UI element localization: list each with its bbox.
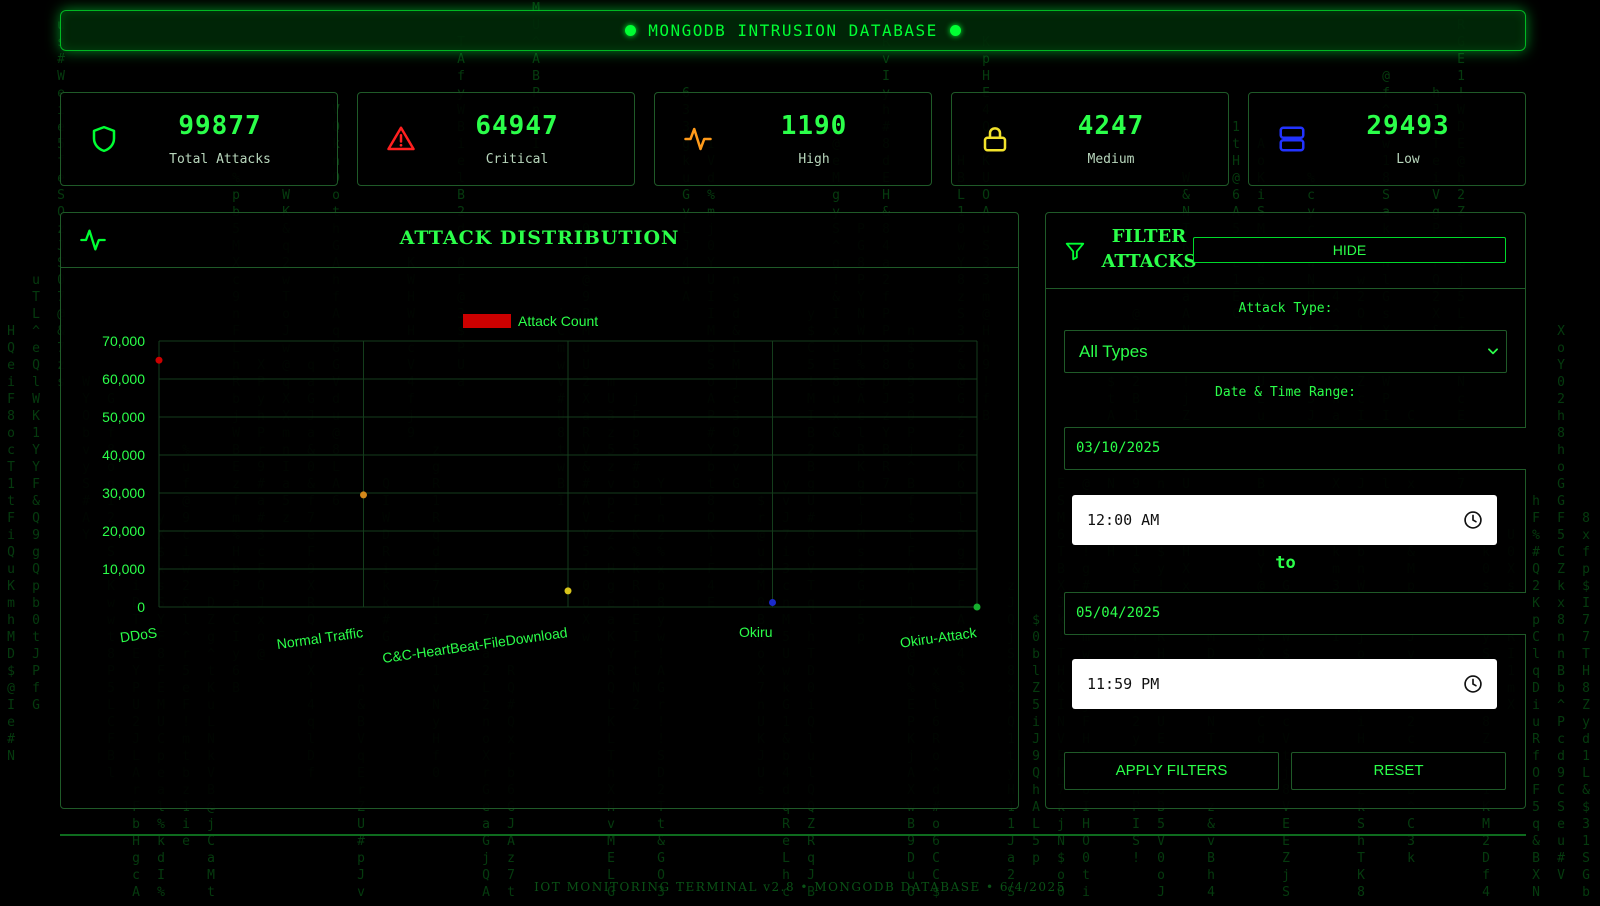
matrix-rain-column: 8 x f p $ I 7 7 T H 8 Z y d 1 L & $ 3 1 … [1582, 511, 1590, 900]
status-dot-icon [625, 25, 637, 36]
data-point[interactable] [973, 603, 981, 611]
stat-value: 4247 [1077, 111, 1145, 141]
y-tick-label: 60,000 [102, 371, 145, 387]
filter-title-line: ATTACKS [1101, 251, 1197, 272]
x-tick-label: C&C-HeartBeat-FileDownload [381, 624, 568, 666]
stat-label: Medium [1087, 152, 1135, 167]
shield-icon [92, 125, 116, 153]
data-point[interactable] [155, 356, 163, 364]
hide-filters-button[interactable]: HIDE [1193, 237, 1506, 263]
app-header: MONGODB INTRUSION DATABASE [60, 10, 1526, 51]
data-point[interactable] [360, 491, 367, 499]
y-tick-label: 40,000 [102, 447, 145, 463]
clock-icon[interactable] [1463, 510, 1483, 530]
apply-filters-button[interactable]: APPLY FILTERS [1064, 752, 1279, 790]
matrix-rain-column: X o Y 0 2 h 8 h o G G F 5 C Z k x 8 n n … [1557, 324, 1565, 883]
footer-divider [60, 834, 1526, 836]
start-time-input[interactable]: 12:00 AM [1072, 495, 1497, 545]
start-date-input[interactable]: 03/10/2025 [1064, 427, 1526, 470]
stat-card-medium: 4247 Medium [951, 92, 1229, 186]
data-point[interactable] [769, 598, 776, 606]
attack-distribution-chart[interactable]: 70,000 60,000 50,000 40,000 30,000 20,000 10,0… [61, 213, 1018, 808]
filter-panel: FILTER ATTACKS HIDE Attack Type: All Typ… [1045, 212, 1526, 809]
y-tick-label: 30,000 [102, 485, 145, 501]
end-time-input[interactable]: 11:59 PM [1072, 659, 1497, 709]
attack-type-label: Attack Type: [1238, 301, 1333, 316]
status-dot-icon [949, 25, 961, 36]
lock-icon [983, 127, 1007, 152]
y-tick-label: 10,000 [102, 561, 145, 577]
stat-card-critical: 64947 Critical [357, 92, 635, 186]
server-icon [1279, 126, 1305, 152]
x-tick-label: Okiru-Attack [899, 624, 978, 651]
filter-title: FILTER ATTACKS [1094, 224, 1204, 274]
date-range-label: Date & Time Range: [1215, 385, 1356, 400]
activity-icon [684, 127, 712, 151]
start-time-value: 12:00 AM [1087, 511, 1160, 529]
x-tick-label: Normal Traffic [276, 624, 364, 652]
filter-icon [1065, 242, 1085, 261]
reset-button[interactable]: RESET [1291, 752, 1506, 790]
stat-label: Total Attacks [169, 152, 271, 167]
x-tick-label: Okiru [739, 624, 772, 640]
stat-card-low: 29493 Low [1248, 92, 1526, 186]
x-tick-label: DDoS [119, 624, 158, 645]
footer-status: IOT MONITORING TERMINAL v2.8 • MONGODB D… [534, 880, 1066, 894]
stat-value: 99877 [178, 111, 262, 141]
matrix-rain-column: u T L ^ e Q l W K 1 Y Y F & Q 9 g Q p b … [32, 273, 40, 713]
stat-card-total: 99877 Total Attacks [60, 92, 338, 186]
stat-card-high: 1190 High [654, 92, 932, 186]
filter-title-line: FILTER [1111, 226, 1187, 247]
y-tick-label: 20,000 [102, 523, 145, 539]
stat-label: High [798, 152, 830, 167]
stat-value: 1190 [780, 111, 848, 141]
matrix-rain-column: h F % # Q 2 K p C l q D i u R f O F 5 q … [1532, 494, 1540, 900]
range-to-label: to [1275, 553, 1296, 573]
stat-label: Critical [485, 152, 549, 167]
end-date-input[interactable]: 05/04/2025 [1064, 592, 1526, 635]
clock-icon[interactable] [1463, 674, 1483, 694]
chevron-down-icon [1488, 348, 1498, 355]
stat-value: 29493 [1366, 111, 1450, 141]
matrix-rain-column: H Q e i F 8 o c T 1 t F i Q u K m h M D … [7, 324, 15, 764]
y-tick-label: 50,000 [102, 409, 145, 425]
attack-type-select[interactable]: All Types [1064, 330, 1507, 373]
filter-panel-header: FILTER ATTACKS HIDE [1046, 213, 1525, 289]
y-tick-label: 70,000 [102, 333, 145, 349]
stat-value: 64947 [475, 111, 559, 141]
legend-swatch [463, 314, 511, 328]
legend-label: Attack Count [518, 313, 598, 329]
page-title: MONGODB INTRUSION DATABASE [648, 21, 938, 40]
attack-distribution-panel: ATTACK DISTRIBUTION 70,000 60,000 50,000 40… [60, 212, 1019, 809]
y-tick-label: 0 [137, 599, 145, 615]
alert-triangle-icon [387, 126, 415, 151]
end-time-value: 11:59 PM [1087, 675, 1160, 693]
stat-label: Low [1396, 152, 1420, 167]
attack-type-value: All Types [1079, 342, 1148, 361]
data-point[interactable] [564, 587, 572, 595]
